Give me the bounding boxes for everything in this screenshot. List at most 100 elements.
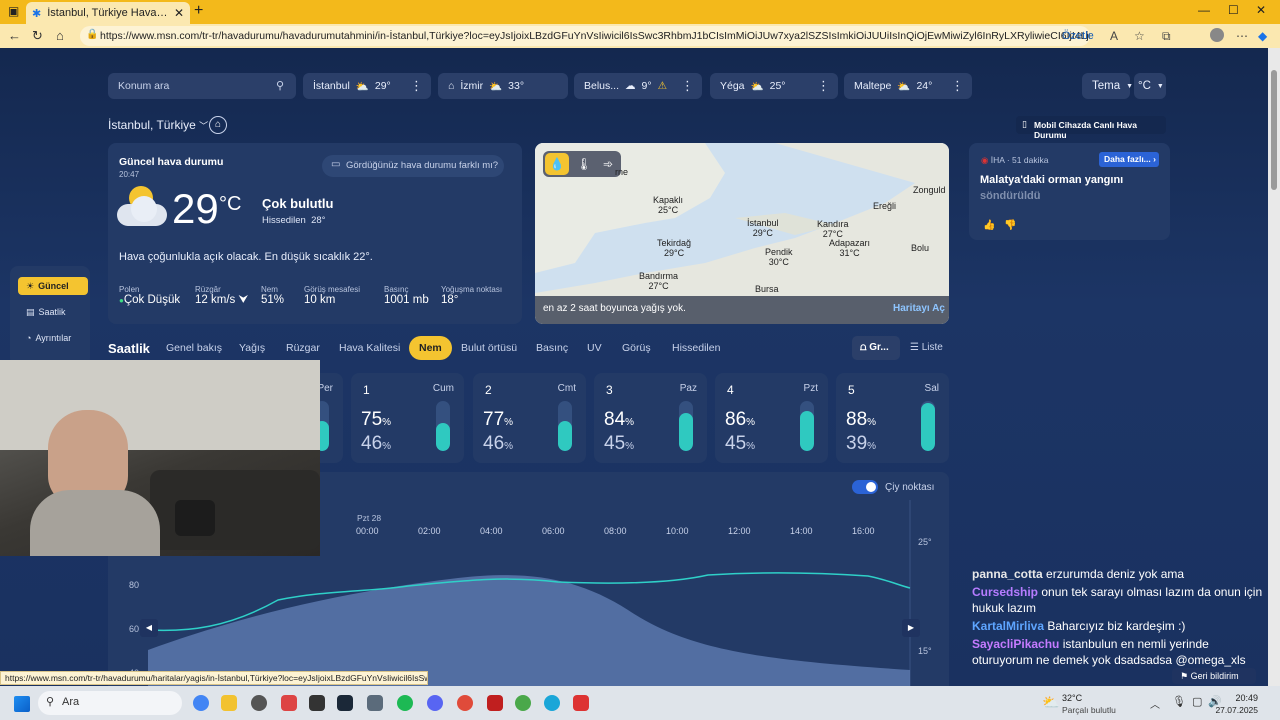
map-city-label[interactable]: Pendik 30°C [765, 247, 793, 267]
microphone-icon[interactable]: 🎙 [1172, 695, 1186, 708]
hourly-tab[interactable]: Yağış [231, 336, 273, 360]
hourly-tab[interactable]: Genel bakış [158, 336, 230, 360]
dew-point-toggle[interactable] [852, 480, 878, 494]
hourly-tab[interactable]: Hava Kalitesi [331, 336, 408, 360]
thumbs-up-icon[interactable]: 👍 [983, 220, 995, 231]
weather-widget-icon[interactable]: ⛅ [1042, 694, 1059, 711]
windows-start-icon[interactable] [14, 696, 30, 712]
location-chip-maltepe[interactable]: Maltepe ⛅ 24° ⋮ [844, 73, 972, 99]
close-tab-icon[interactable]: ✕ [174, 6, 184, 20]
chat-username[interactable]: KartalMirliva [972, 619, 1044, 633]
map-city-label[interactable]: İstanbul 29°C [747, 218, 779, 238]
more-options-icon[interactable]: ⋮ [951, 78, 964, 94]
more-options-icon[interactable]: ⋮ [410, 78, 423, 94]
feedback-button[interactable]: ⚑ Geri bildirim [1172, 668, 1256, 684]
detail-humidity[interactable]: Nem 51% [261, 285, 284, 306]
chart-prev-button[interactable]: ◀ [140, 619, 158, 637]
theme-dropdown[interactable]: Tema ▼ [1082, 73, 1133, 99]
maximize-icon[interactable]: ☐ [1228, 3, 1239, 17]
hourly-tab[interactable]: Görüş [614, 336, 659, 360]
map-city-label[interactable]: rne [615, 167, 628, 177]
steam-icon[interactable] [337, 695, 353, 711]
map-city-label[interactable]: Bursa [755, 284, 779, 294]
back-icon[interactable]: ← [8, 28, 21, 43]
obs-icon[interactable] [309, 695, 325, 711]
detail-visibility[interactable]: Görüş mesafesi 10 km [304, 285, 360, 306]
day-humidity-card[interactable]: 5 Sal 88% 39% [836, 373, 949, 463]
tab-actions-icon[interactable]: ▣ [8, 4, 19, 18]
location-chip-istanbul[interactable]: İstanbul ⛅ 29° ⋮ [303, 73, 431, 99]
taskbar-search[interactable]: ⚲ Ara [38, 691, 182, 715]
edge-icon[interactable] [544, 695, 560, 711]
temperature-layer-icon[interactable]: 🌡 [573, 153, 595, 175]
map-city-label[interactable]: Tekirdağ 29°C [657, 238, 691, 258]
app-gray-icon[interactable] [367, 695, 383, 711]
profile-avatar[interactable] [1210, 28, 1224, 42]
side-nav-details[interactable]: ◔ Ayrıntılar [18, 329, 88, 347]
copilot-icon[interactable]: ◆ [1258, 29, 1267, 43]
news-title[interactable]: Malatya'daki orman yangını [980, 174, 1123, 186]
detail-pollen[interactable]: Polen ●Çok Düşük [119, 285, 180, 306]
spotify-icon[interactable] [397, 695, 413, 711]
hourly-tab[interactable]: Basınç [528, 336, 576, 360]
url-input[interactable]: 🔒 https://www.msn.com/tr-tr/havadurumu/h… [80, 26, 1090, 46]
file-explorer-icon[interactable] [221, 695, 237, 711]
side-nav-current[interactable]: ☀ Güncel [18, 277, 88, 295]
browser-tab[interactable]: ✱ İstanbul, Türkiye Hava Durumu Tahmini … [26, 2, 190, 24]
hourly-tab[interactable]: Hissedilen [664, 336, 728, 360]
weather-map[interactable]: 💧 🌡 ➾ Kapaklı 25°C İstanbul 29°C Kandıra 27°C… [535, 143, 949, 324]
news-more-button[interactable]: Daha fazlı... › [1099, 152, 1159, 167]
view-graph-button[interactable]: ⩍ Gr... [852, 336, 900, 360]
minimize-icon[interactable]: — [1198, 3, 1210, 17]
hourly-tab[interactable]: UV [579, 336, 610, 360]
set-home-icon[interactable]: ⌂ [209, 116, 227, 134]
app-red2-icon[interactable] [573, 695, 589, 711]
chat-username[interactable]: SayacliPikachu [972, 637, 1059, 651]
refresh-icon[interactable]: ↻ [32, 28, 43, 44]
detail-dew-point[interactable]: Yoğuşma noktası 18° [441, 285, 502, 306]
map-city-label[interactable]: Zonguld [913, 185, 946, 195]
hourly-tab[interactable]: Bulut örtüsü [453, 336, 525, 360]
chrome-alt-icon[interactable] [515, 695, 531, 711]
feedback-different-weather-button[interactable]: ▭ Gördüğünüz hava durumu farklı mı? [322, 155, 504, 177]
read-aloud-icon[interactable]: A [1110, 29, 1118, 43]
menu-dots-icon[interactable]: ⋯ [1236, 29, 1248, 43]
home-icon[interactable]: ⌂ [56, 28, 64, 43]
app-darkred-icon[interactable] [487, 695, 503, 711]
app-orange-icon[interactable] [457, 695, 473, 711]
detail-pressure[interactable]: Basınç 1001 mb [384, 285, 429, 306]
map-city-label[interactable]: Bolu [911, 243, 929, 253]
location-chip-yega[interactable]: Yéga ⛅ 25° ⋮ [710, 73, 838, 99]
map-city-label[interactable]: Bandırma 27°C [639, 271, 678, 291]
github-icon[interactable] [251, 695, 267, 711]
mobile-live-weather-link[interactable]: ▯ Mobil Cihazda Canlı Hava Durumu [1016, 116, 1166, 140]
hourly-tab[interactable]: Nem [409, 336, 452, 360]
summarize-button[interactable]: Özetle [1062, 30, 1094, 42]
map-city-label[interactable]: Adapazarı 31°C [829, 238, 870, 258]
collections-icon[interactable]: ⧉ [1162, 29, 1171, 44]
open-map-link[interactable]: Haritayı Aç [893, 303, 945, 314]
location-chip-izmir[interactable]: ⌂ İzmir ⛅ 33° [438, 73, 568, 99]
location-search-input[interactable]: Konum ara ⚲ [108, 73, 296, 99]
map-city-label[interactable]: Kapaklı 25°C [653, 195, 683, 215]
clock-time[interactable]: 20:49 [1220, 693, 1258, 703]
tray-chevron-icon[interactable]: ︿ [1150, 696, 1160, 711]
search-icon[interactable]: ⚲ [276, 79, 284, 92]
chat-username[interactable]: panna_cotta [972, 567, 1043, 581]
discord-icon[interactable] [427, 695, 443, 711]
precipitation-layer-icon[interactable]: 💧 [545, 153, 569, 175]
map-city-label[interactable]: Ereğli [873, 201, 896, 211]
chrome-icon[interactable] [193, 695, 209, 711]
day-humidity-card[interactable]: 3 Paz 84% 45% [594, 373, 707, 463]
chat-username[interactable]: Cursedship [972, 585, 1038, 599]
unit-dropdown[interactable]: °C ▼ [1134, 73, 1166, 99]
view-list-button[interactable]: ☰ Liste [910, 342, 943, 353]
clock-date[interactable]: 27.07.2025 [1200, 705, 1258, 715]
scrollbar-thumb[interactable] [1271, 70, 1277, 190]
close-window-icon[interactable]: ✕ [1256, 3, 1266, 17]
side-nav-hourly[interactable]: ▤ Saatlik [18, 303, 88, 321]
thumbs-down-icon[interactable]: 👎 [1004, 220, 1016, 231]
map-city-label[interactable]: Kandıra 27°C [817, 219, 849, 239]
current-temp-unit[interactable]: °C [219, 193, 241, 216]
favorite-star-icon[interactable]: ☆ [1134, 29, 1145, 43]
